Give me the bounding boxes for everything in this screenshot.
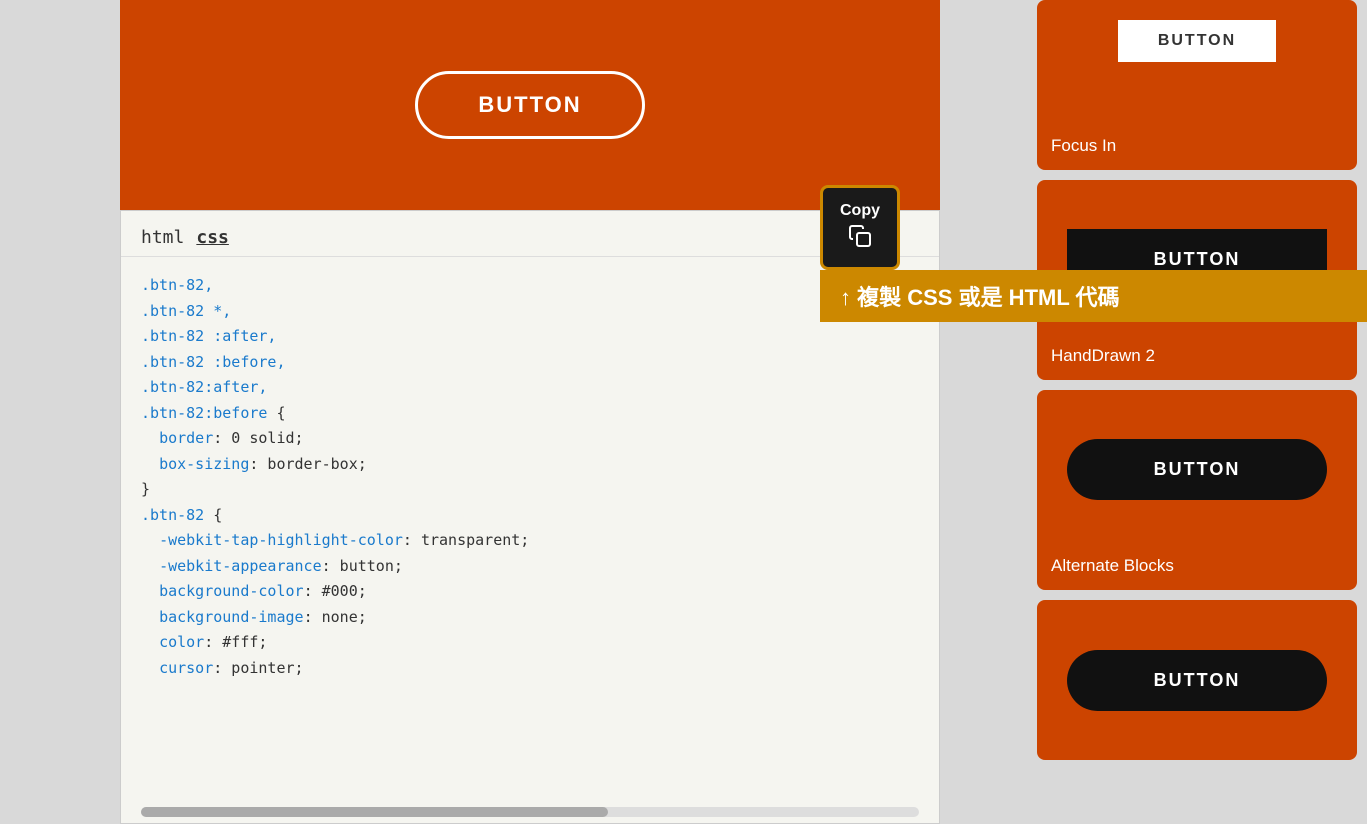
- code-line: border: 0 solid;: [141, 426, 919, 452]
- prop-webkit-app: -webkit-appearance: [159, 557, 322, 575]
- card-focus-in: BUTTON Focus In: [1037, 0, 1357, 170]
- code-line: background-color: #000;: [141, 579, 919, 605]
- selector-7: .btn-82: [141, 506, 204, 524]
- card-4: BUTTON: [1037, 600, 1357, 760]
- val-boxsizing: : border-box;: [249, 455, 366, 473]
- prop-cursor: cursor: [159, 659, 213, 677]
- selector-1: .btn-82,: [141, 276, 213, 294]
- preview-area: BUTTON: [120, 0, 940, 210]
- val-border: : 0 solid;: [213, 429, 303, 447]
- copy-button[interactable]: Copy: [820, 185, 900, 270]
- code-line: .btn-82:before {: [141, 401, 919, 427]
- right-panel: BUTTON Focus In BUTTON HandDrawn 2 BUTTO…: [1037, 0, 1367, 824]
- selector-5: .btn-82:after,: [141, 378, 267, 396]
- tooltip-banner: ↑ 複製 CSS 或是 HTML 代碼: [820, 270, 1367, 322]
- code-line: .btn-82 :after,: [141, 324, 919, 350]
- code-line: color: #fff;: [141, 630, 919, 656]
- val-cursor: : pointer;: [213, 659, 303, 677]
- prop-webkit-tap: -webkit-tap-highlight-color: [159, 531, 403, 549]
- code-line: -webkit-appearance: button;: [141, 554, 919, 580]
- prop-bgimage: background-image: [159, 608, 304, 626]
- focus-in-button[interactable]: BUTTON: [1118, 20, 1276, 62]
- selector-6: .btn-82:before: [141, 404, 267, 422]
- val-bgcolor: : #000;: [304, 582, 367, 600]
- preview-button[interactable]: BUTTON: [415, 71, 644, 139]
- code-line: .btn-82 {: [141, 503, 919, 529]
- code-line: .btn-82:after,: [141, 375, 919, 401]
- card-alternate-btn-area: BUTTON: [1037, 390, 1357, 548]
- tab-html[interactable]: html: [141, 227, 184, 248]
- card-focus-in-label: Focus In: [1037, 128, 1357, 170]
- val-color: : #fff;: [204, 633, 267, 651]
- left-panel: BUTTON html css .btn-82, .btn-82 *, .btn…: [0, 0, 1037, 824]
- code-panel: html css .btn-82, .btn-82 *, .btn-82 :af…: [120, 210, 940, 824]
- prop-color: color: [159, 633, 204, 651]
- copy-button-container: Copy: [820, 185, 900, 270]
- selector-3: .btn-82 :after,: [141, 327, 276, 345]
- card-focus-in-btn-area: BUTTON: [1037, 0, 1357, 128]
- code-line: .btn-82 :before,: [141, 350, 919, 376]
- code-line: .btn-82 *,: [141, 299, 919, 325]
- card-4-btn-area: BUTTON: [1037, 600, 1357, 760]
- code-line: -webkit-tap-highlight-color: transparent…: [141, 528, 919, 554]
- selector-2: .btn-82 *,: [141, 302, 231, 320]
- bracket-open2: {: [204, 506, 222, 524]
- tooltip-text: ↑ 複製 CSS 或是 HTML 代碼: [840, 285, 1120, 310]
- code-content: .btn-82, .btn-82 *, .btn-82 :after, .btn…: [121, 257, 939, 697]
- selector-4: .btn-82 :before,: [141, 353, 286, 371]
- card-alternate-label: Alternate Blocks: [1037, 548, 1357, 590]
- scrollbar-thumb[interactable]: [141, 807, 608, 817]
- alternate-button[interactable]: BUTTON: [1067, 439, 1327, 500]
- code-line: }: [141, 477, 919, 503]
- val-bgimage: : none;: [304, 608, 367, 626]
- copy-label: Copy: [840, 202, 880, 220]
- code-line: box-sizing: border-box;: [141, 452, 919, 478]
- val-webkit-tap: : transparent;: [403, 531, 529, 549]
- code-line: .btn-82,: [141, 273, 919, 299]
- card-alternate-blocks: BUTTON Alternate Blocks: [1037, 390, 1357, 590]
- tab-css[interactable]: css: [196, 227, 229, 248]
- copy-icon: [848, 224, 872, 254]
- code-line: cursor: pointer;: [141, 656, 919, 682]
- prop-boxsizing: box-sizing: [159, 455, 249, 473]
- prop-border: border: [159, 429, 213, 447]
- code-line: background-image: none;: [141, 605, 919, 631]
- code-tabs: html css: [121, 211, 939, 257]
- val-webkit-app: : button;: [322, 557, 403, 575]
- scrollbar-area[interactable]: [141, 807, 919, 817]
- card4-button[interactable]: BUTTON: [1067, 650, 1327, 711]
- prop-bgcolor: background-color: [159, 582, 304, 600]
- bracket-open: {: [267, 404, 285, 422]
- bracket-close: }: [141, 480, 150, 498]
- card-handdrawn-label: HandDrawn 2: [1037, 338, 1357, 380]
